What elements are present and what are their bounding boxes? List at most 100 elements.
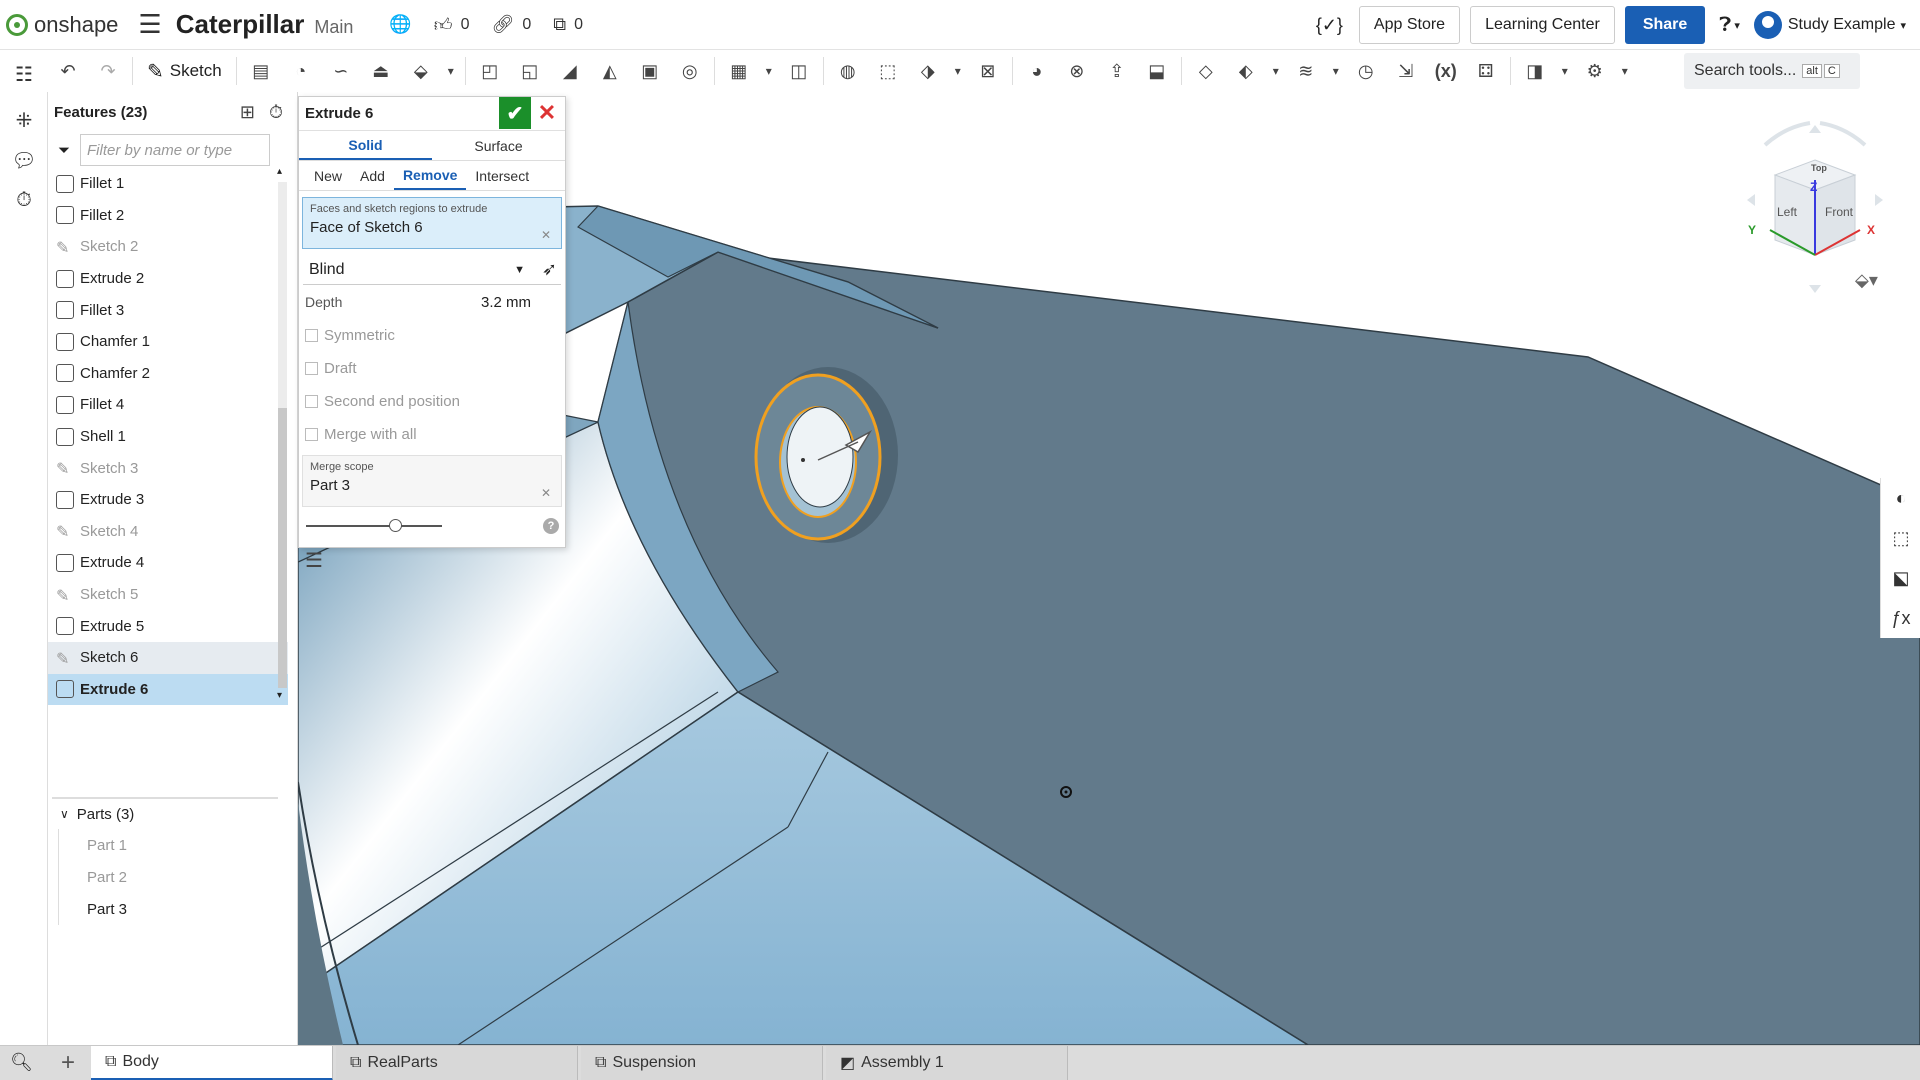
feature-item[interactable]: Extrude 2 bbox=[48, 263, 288, 295]
part-item[interactable]: Part 1 bbox=[58, 829, 288, 861]
redo-icon[interactable]: ↷ bbox=[88, 53, 128, 89]
insert-icon[interactable]: ⁜ bbox=[0, 100, 48, 140]
feature-item[interactable]: Fillet 2 bbox=[48, 200, 288, 232]
clear-icon[interactable]: ✕ bbox=[541, 486, 551, 500]
replace-face-icon[interactable]: ⬓ bbox=[1137, 53, 1177, 89]
op-remove[interactable]: Remove bbox=[393, 161, 467, 190]
tab-realparts[interactable]: ⧉ RealParts bbox=[336, 1045, 578, 1080]
mate-connector-icon[interactable]: ⬖ bbox=[1226, 53, 1266, 89]
app-store-button[interactable]: App Store bbox=[1358, 6, 1461, 44]
appearance-icon[interactable]: ◐ bbox=[1881, 478, 1920, 518]
boolean-icon[interactable]: ◍ bbox=[828, 53, 868, 89]
end-type-select[interactable]: Blind ▼ ➶ bbox=[303, 255, 561, 285]
branch-name[interactable]: Main bbox=[314, 17, 353, 38]
list-icon[interactable]: ☰ bbox=[305, 548, 323, 573]
feature-item[interactable]: Extrude 5 bbox=[48, 610, 288, 642]
part-properties-icon[interactable]: ⬚ bbox=[1881, 518, 1920, 558]
add-tab-icon[interactable]: + bbox=[48, 1049, 88, 1077]
extrude-icon[interactable]: ▤ bbox=[241, 53, 281, 89]
feature-item[interactable]: ✎ Sketch 2 bbox=[48, 231, 288, 263]
fillet-icon[interactable]: ◰ bbox=[470, 53, 510, 89]
feature-scrollbar[interactable]: ▴ ▾ bbox=[276, 166, 288, 708]
document-title[interactable]: Caterpillar bbox=[176, 9, 305, 40]
rib-icon[interactable]: ◭ bbox=[590, 53, 630, 89]
chamfer-icon[interactable]: ◱ bbox=[510, 53, 550, 89]
parts-header[interactable]: ∨ Parts (3) bbox=[52, 797, 278, 829]
feature-item[interactable]: Fillet 3 bbox=[48, 294, 288, 326]
revolve-icon[interactable]: ◔ bbox=[281, 53, 321, 89]
part-item[interactable]: Part 2 bbox=[58, 861, 288, 893]
cube-face-left[interactable]: Left bbox=[1777, 205, 1797, 219]
add-folder-icon[interactable]: ⊞ bbox=[240, 102, 255, 123]
search-tools-input[interactable]: Search tools... alt C bbox=[1684, 53, 1860, 89]
tab-suspension[interactable]: ⧉ Suspension bbox=[581, 1045, 823, 1080]
import-icon[interactable]: ⇲ bbox=[1386, 53, 1426, 89]
feature-list-icon[interactable]: ☷ bbox=[0, 54, 48, 94]
feature-item[interactable]: Extrude 3 bbox=[48, 484, 288, 516]
chevron-down-icon[interactable]: ▾ bbox=[1555, 53, 1575, 89]
tab-solid[interactable]: Solid bbox=[299, 131, 432, 160]
feature-item[interactable]: Shell 1 bbox=[48, 421, 288, 453]
onshape-logo[interactable]: onshape bbox=[6, 12, 118, 38]
merge-all-checkbox[interactable]: Merge with all bbox=[299, 418, 565, 451]
share-button[interactable]: Share bbox=[1624, 6, 1706, 44]
filter-icon[interactable]: ⏷ bbox=[58, 142, 70, 159]
comments-icon[interactable]: 💬︎ bbox=[0, 140, 48, 180]
cube-face-top[interactable]: Top bbox=[1811, 163, 1827, 173]
links-button[interactable]: 🔗︎ 0 bbox=[492, 14, 532, 35]
op-new[interactable]: New bbox=[305, 161, 351, 190]
second-end-checkbox[interactable]: Second end position bbox=[299, 385, 565, 418]
mass-properties-icon[interactable]: ⬕ bbox=[1881, 558, 1920, 598]
sweep-icon[interactable]: ∽ bbox=[321, 53, 361, 89]
slider-handle[interactable] bbox=[389, 519, 402, 532]
thicken-icon[interactable]: ⬙ bbox=[401, 53, 441, 89]
feature-filter-input[interactable]: Filter by name or type bbox=[80, 134, 271, 166]
cube-face-front[interactable]: Front bbox=[1825, 205, 1853, 219]
shell-icon[interactable]: ▣ bbox=[630, 53, 670, 89]
chevron-down-icon[interactable]: ▾ bbox=[759, 53, 779, 89]
scroll-thumb[interactable] bbox=[278, 408, 287, 688]
feature-item[interactable]: ✎ Sketch 3 bbox=[48, 452, 288, 484]
helix-icon[interactable]: ≋ bbox=[1286, 53, 1326, 89]
tab-surface[interactable]: Surface bbox=[432, 131, 565, 160]
feature-item[interactable]: Fillet 4 bbox=[48, 389, 288, 421]
measure-icon[interactable]: ◷ bbox=[1346, 53, 1386, 89]
undo-icon[interactable]: ↶ bbox=[48, 53, 88, 89]
feature-item[interactable]: Extrude 4 bbox=[48, 547, 288, 579]
menu-icon[interactable]: ☰ bbox=[138, 9, 161, 40]
hole-icon[interactable]: ◎ bbox=[670, 53, 710, 89]
merge-scope-field[interactable]: Merge scope Part 3 ✕ bbox=[302, 455, 562, 507]
draft-checkbox[interactable]: Draft bbox=[299, 352, 565, 385]
view-cube[interactable]: Top Left Front Z X Y ⬙▾ bbox=[1715, 105, 1915, 295]
view-options-icon[interactable]: ⬙▾ bbox=[1855, 270, 1878, 291]
like-button[interactable]: 👍︎ 0 bbox=[434, 14, 470, 36]
modify-fillet-icon[interactable]: ◕ bbox=[1017, 53, 1057, 89]
op-intersect[interactable]: Intersect bbox=[466, 161, 538, 190]
op-add[interactable]: Add bbox=[351, 161, 394, 190]
scroll-down-icon[interactable]: ▾ bbox=[277, 690, 282, 701]
chevron-down-icon[interactable]: ▾ bbox=[441, 53, 461, 89]
copies-button[interactable]: ⧉ 0 bbox=[553, 14, 583, 35]
scroll-up-icon[interactable]: ▴ bbox=[277, 166, 282, 177]
move-face-icon[interactable]: ⇪ bbox=[1097, 53, 1137, 89]
plane-icon[interactable]: ◇ bbox=[1186, 53, 1226, 89]
feature-item[interactable]: Fillet 1 bbox=[48, 168, 288, 200]
loft-icon[interactable]: ⏏ bbox=[361, 53, 401, 89]
feature-item[interactable]: ✎ Sketch 6 bbox=[48, 641, 288, 674]
accept-button[interactable]: ✔ bbox=[499, 97, 531, 129]
assembly-icon[interactable]: ⚃ bbox=[1466, 53, 1506, 89]
mirror-icon[interactable]: ◫ bbox=[779, 53, 819, 89]
part-item[interactable]: Part 3 bbox=[58, 893, 288, 925]
rollback-timer-icon[interactable]: ⏱︎ bbox=[269, 102, 283, 123]
chevron-down-icon[interactable]: ▾ bbox=[948, 53, 968, 89]
tab-body[interactable]: ⧉ Body bbox=[91, 1045, 333, 1080]
pattern-icon[interactable]: ▦ bbox=[719, 53, 759, 89]
rollback-slider[interactable]: ? bbox=[299, 511, 565, 541]
feature-item[interactable]: ✎ Sketch 5 bbox=[48, 579, 288, 611]
learning-center-button[interactable]: Learning Center bbox=[1470, 6, 1615, 44]
symmetric-checkbox[interactable]: Symmetric bbox=[299, 319, 565, 352]
draft-icon[interactable]: ◢ bbox=[550, 53, 590, 89]
feature-item[interactable]: Extrude 6 bbox=[48, 673, 288, 706]
transform-icon[interactable]: ⬗ bbox=[908, 53, 948, 89]
sketch-button[interactable]: ✎ Sketch bbox=[147, 59, 222, 84]
